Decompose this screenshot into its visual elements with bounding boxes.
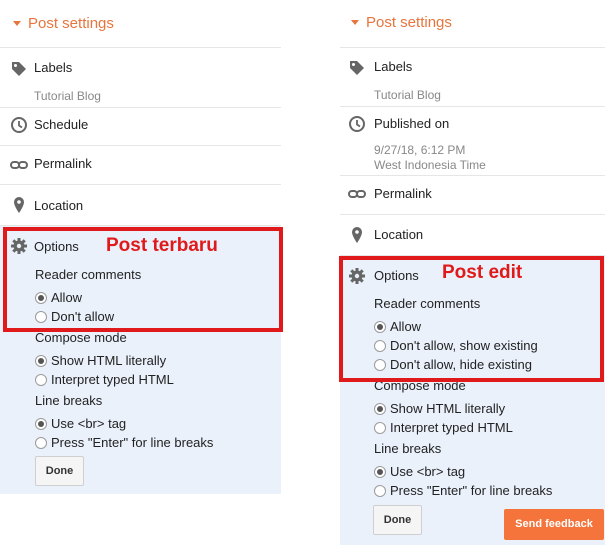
radio-br-tag-label: Use <br> tag — [390, 464, 466, 479]
done-button[interactable]: Done — [373, 505, 422, 535]
labels-value: Tutorial Blog — [34, 89, 101, 103]
permalink-row[interactable]: Permalink — [0, 146, 281, 185]
radio-show-html-label: Show HTML literally — [51, 353, 167, 368]
permalink-row[interactable]: Permalink — [340, 176, 605, 215]
published-timezone: West Indonesia Time — [374, 158, 486, 172]
line-breaks-label: Line breaks — [35, 393, 103, 408]
radio-interpret-html-label: Interpret typed HTML — [390, 420, 513, 435]
schedule-title: Schedule — [34, 117, 89, 132]
radio-enter-breaks-circle[interactable] — [35, 437, 47, 449]
compose-mode-label: Compose mode — [35, 330, 127, 345]
clock-icon — [11, 117, 27, 133]
post-settings-header[interactable]: Post settings — [0, 0, 281, 48]
labels-title: Labels — [34, 60, 73, 75]
radio-show-html-label: Show HTML literally — [390, 401, 506, 416]
radio-interpret-html-label: Interpret typed HTML — [51, 372, 174, 387]
post-settings-title: Post settings — [28, 15, 114, 32]
collapse-triangle-icon — [13, 21, 21, 26]
done-button[interactable]: Done — [35, 456, 84, 486]
labels-title: Labels — [374, 59, 413, 74]
radio-enter-breaks-circle[interactable] — [374, 485, 386, 497]
radio-enter-breaks-label: Press "Enter" for line breaks — [390, 483, 553, 498]
collapse-triangle-icon — [351, 20, 359, 25]
location-row[interactable]: Location — [0, 185, 281, 226]
annotation-label-edit-post: Post edit — [442, 262, 523, 283]
published-title: Published on — [374, 116, 450, 131]
location-title: Location — [374, 227, 424, 242]
radio-br-tag-circle[interactable] — [35, 418, 47, 430]
radio-enter-breaks-label: Press "Enter" for line breaks — [51, 435, 214, 450]
annotation-label-new-post: Post terbaru — [106, 235, 218, 256]
line-breaks-label: Line breaks — [374, 441, 442, 456]
send-feedback-button[interactable]: Send feedback — [504, 509, 604, 540]
radio-br-tag-circle[interactable] — [374, 466, 386, 478]
permalink-title: Permalink — [374, 186, 432, 201]
post-settings-title: Post settings — [366, 14, 452, 31]
location-title: Location — [34, 198, 84, 213]
radio-show-html-circle[interactable] — [35, 355, 47, 367]
published-date: 9/27/18, 6:12 PM — [374, 143, 466, 157]
clock-icon — [349, 116, 365, 132]
radio-show-html-circle[interactable] — [374, 403, 386, 415]
published-row[interactable]: Published on 9/27/18, 6:12 PM West Indon… — [340, 107, 605, 176]
location-pin-icon — [352, 227, 362, 243]
label-tag-icon — [12, 62, 26, 76]
radio-br-tag-label: Use <br> tag — [51, 416, 127, 431]
label-tag-icon — [350, 61, 364, 75]
radio-interpret-html-circle[interactable] — [374, 422, 386, 434]
labels-value: Tutorial Blog — [374, 88, 441, 102]
location-row[interactable]: Location — [340, 215, 605, 256]
labels-row[interactable]: Labels Tutorial Blog — [0, 48, 281, 108]
post-settings-header[interactable]: Post settings — [340, 0, 605, 48]
location-pin-icon — [14, 197, 24, 213]
permalink-title: Permalink — [34, 156, 92, 171]
schedule-row[interactable]: Schedule — [0, 108, 281, 146]
link-icon — [348, 190, 366, 198]
labels-row[interactable]: Labels Tutorial Blog — [340, 47, 605, 107]
radio-interpret-html-circle[interactable] — [35, 374, 47, 386]
link-icon — [10, 161, 28, 169]
